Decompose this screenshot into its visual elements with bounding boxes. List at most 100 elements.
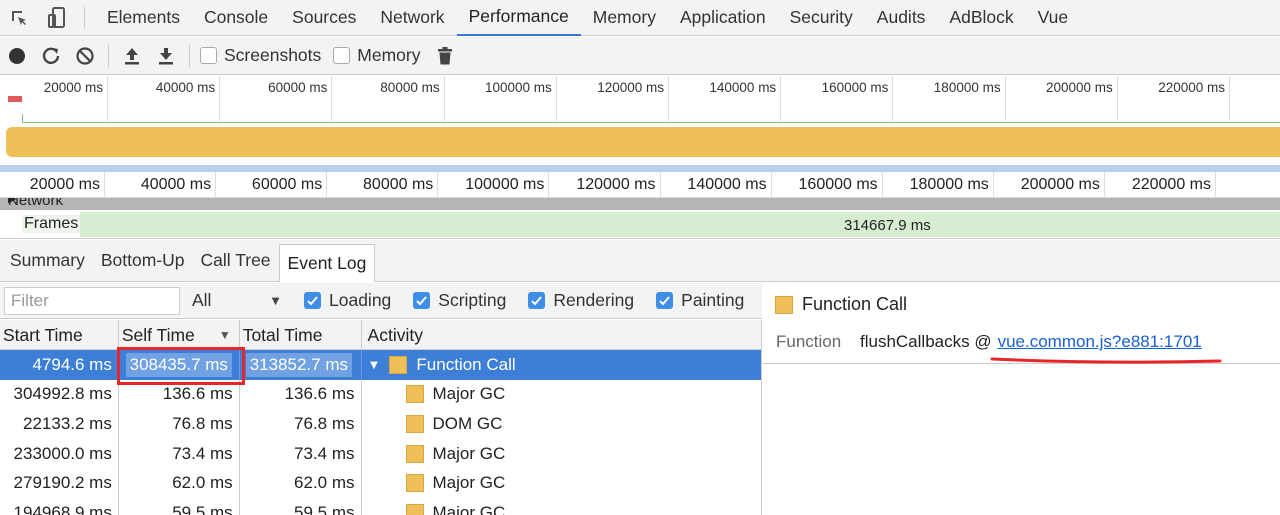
filter-input[interactable]	[4, 286, 180, 315]
filter-rendering-checkbox[interactable]	[528, 292, 546, 309]
total-time-cell: 73.4 ms	[240, 438, 362, 469]
function-key: Function	[776, 332, 842, 351]
ruler-tick-label: 120000 ms	[576, 176, 656, 193]
clear-button[interactable]	[68, 37, 102, 75]
table-row[interactable]: 194968.9 ms 59.5 ms 59.5 ms Major GC	[0, 497, 761, 515]
tab-sources[interactable]: Sources	[280, 0, 368, 36]
annotation-underline	[990, 357, 1222, 364]
timeline-overview[interactable]: 20000 ms 40000 ms 60000 ms 80000 ms 100000 m…	[0, 76, 1280, 172]
subtab-summary[interactable]: Summary	[2, 240, 93, 282]
ruler-tick-label: 60000 ms	[251, 176, 323, 193]
network-track[interactable]: ▶ Network	[0, 198, 1280, 210]
activity-header[interactable]: Activity	[362, 320, 761, 350]
expand-triangle-icon[interactable]: ▼	[368, 357, 381, 372]
reload-record-button[interactable]	[34, 37, 68, 75]
table-body: 4794.6 ms 308435.7 ms 313852.7 ms ▼ Function…	[0, 350, 761, 515]
activity-name: Major GC	[432, 384, 506, 404]
overview-tick-label: 160000 ms	[821, 80, 889, 95]
tab-performance[interactable]: Performance	[456, 0, 581, 36]
total-time-cell: 62.0 ms	[240, 468, 362, 498]
collect-garbage-button[interactable]	[428, 37, 462, 75]
source-link[interactable]: vue.common.js?e881:1701	[998, 332, 1202, 352]
ruler-tick-label: 140000 ms	[687, 176, 767, 193]
start-time-header[interactable]: Start Time	[0, 320, 119, 350]
subtab-call-tree[interactable]: Call Tree	[193, 240, 279, 282]
details-title-row: Function Call	[775, 294, 907, 315]
tab-network[interactable]: Network	[368, 0, 456, 36]
overview-tick-label: 20000 ms	[43, 80, 103, 95]
filter-painting-checkbox[interactable]	[656, 292, 674, 309]
cpu-scripting-band	[6, 127, 1280, 157]
device-toolbar-icon[interactable]	[38, 0, 76, 36]
total-time-value: 313852.7 ms	[245, 352, 352, 377]
frames-bar[interactable]	[80, 212, 1280, 237]
filter-scripting-checkbox[interactable]	[413, 292, 431, 309]
frames-track[interactable]: Frames 314667.9 ms	[0, 210, 1280, 239]
start-time-cell: 22133.2 ms	[0, 409, 119, 439]
tab-memory[interactable]: Memory	[581, 0, 668, 36]
self-time-header[interactable]: Self Time ▼	[119, 320, 240, 350]
details-pane: Function Call Function flushCallbacks @ …	[763, 283, 1280, 515]
table-row[interactable]: 233000.0 ms 73.4 ms 73.4 ms Major GC	[0, 438, 761, 469]
filter-scripting-label: Scripting	[438, 290, 507, 310]
activity-name: Function Call	[416, 354, 516, 374]
ruler-tick-label: 80000 ms	[363, 176, 434, 193]
toolbar-separator	[189, 44, 190, 67]
overview-tick-label: 40000 ms	[155, 80, 216, 95]
overview-tick-label: 220000 ms	[1158, 80, 1225, 95]
ruler-tick-label: 160000 ms	[798, 176, 878, 193]
scripting-color-swatch	[405, 444, 424, 463]
tab-adblock[interactable]: AdBlock	[937, 0, 1025, 36]
overview-tick-label: 140000 ms	[709, 80, 777, 95]
table-row[interactable]: 4794.6 ms 308435.7 ms 313852.7 ms ▼ Function…	[0, 350, 761, 380]
subtab-bottom-up[interactable]: Bottom-Up	[93, 240, 193, 282]
tab-console[interactable]: Console	[192, 0, 280, 36]
scripting-color-swatch	[389, 355, 408, 374]
inspect-element-icon[interactable]	[0, 0, 38, 36]
tab-security[interactable]: Security	[778, 0, 865, 36]
screenshots-label: Screenshots	[224, 45, 322, 65]
record-button[interactable]	[0, 37, 34, 75]
overview-selection[interactable]	[0, 165, 1280, 172]
ruler-tick-label: 40000 ms	[140, 176, 212, 193]
start-time-cell: 233000.0 ms	[0, 438, 119, 469]
annotation-highlight-box	[117, 347, 245, 385]
event-log-table: Start Time Self Time ▼ Total Time Activi…	[0, 320, 762, 515]
self-time-cell: 62.0 ms	[119, 468, 240, 498]
total-time-cell: 313852.7 ms	[240, 350, 362, 380]
tab-audits[interactable]: Audits	[865, 0, 938, 36]
ruler-gridline	[1215, 172, 1216, 197]
frames-track-label: Frames	[22, 215, 81, 233]
overview-tick-label: 180000 ms	[933, 80, 1001, 95]
activity-name: DOM GC	[432, 413, 503, 433]
memory-checkbox[interactable]	[333, 47, 351, 64]
overview-tick-label: 80000 ms	[380, 80, 440, 95]
ruler-tick-label: 180000 ms	[909, 176, 989, 193]
frame-duration: 314667.9 ms	[844, 217, 931, 234]
tab-vue[interactable]: Vue	[1026, 0, 1081, 36]
tab-application[interactable]: Application	[668, 0, 778, 36]
table-row[interactable]: 22133.2 ms 76.8 ms 76.8 ms DOM GC	[0, 409, 761, 439]
duration-filter-select[interactable]: All ▼	[192, 290, 282, 311]
filter-painting-label: Painting	[681, 290, 745, 310]
duration-filter-value: All	[192, 290, 212, 310]
tab-elements[interactable]: Elements	[95, 0, 192, 36]
network-track-label: Network	[8, 198, 64, 209]
table-row[interactable]: 279190.2 ms 62.0 ms 62.0 ms Major GC	[0, 468, 761, 498]
subtab-event-log[interactable]: Event Log	[278, 243, 376, 282]
scripting-color-swatch	[405, 414, 424, 433]
total-time-header[interactable]: Total Time	[240, 320, 362, 350]
activity-cell: ▼ Function Call	[362, 350, 761, 380]
table-row[interactable]: 304992.8 ms 136.6 ms 136.6 ms Major GC	[0, 379, 761, 410]
activity-cell: DOM GC	[362, 409, 761, 439]
save-profile-button[interactable]	[149, 37, 183, 75]
sort-descending-icon: ▼	[218, 328, 231, 342]
filter-loading-checkbox[interactable]	[304, 292, 321, 309]
screenshots-checkbox[interactable]	[200, 47, 217, 64]
activity-name: Major GC	[432, 502, 506, 515]
start-time-cell: 4794.6 ms	[0, 350, 119, 380]
overview-tick-label: 120000 ms	[597, 80, 664, 95]
dropdown-arrow-icon: ▼	[269, 293, 282, 308]
load-profile-button[interactable]	[115, 37, 149, 75]
activity-cell: Major GC	[362, 439, 761, 469]
